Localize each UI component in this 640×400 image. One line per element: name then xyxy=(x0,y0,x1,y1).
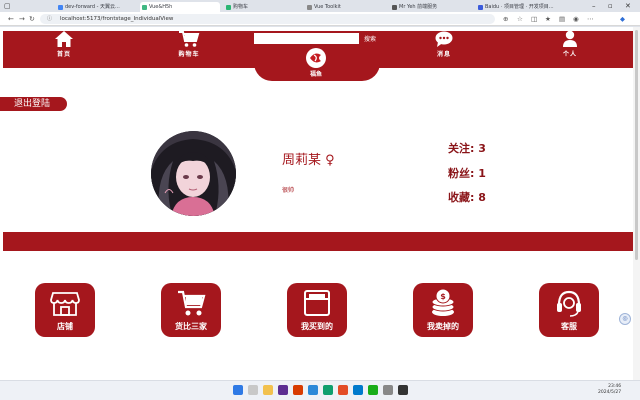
tab-favicon-icon xyxy=(58,4,63,10)
tab-label: Vue Toolkit xyxy=(314,4,341,10)
app-icon[interactable] xyxy=(383,385,393,395)
fish-logo-mark xyxy=(310,53,321,63)
tab-label: 购物车 xyxy=(233,4,249,10)
browser-tab[interactable]: dev-forward - 天翼云... xyxy=(56,2,126,12)
more-menu-icon[interactable]: ⋯ xyxy=(587,14,594,24)
browser-tab[interactable]: Baidu · 项目管理 · 开发项目... xyxy=(476,2,566,12)
tile-sold[interactable]: $ 我卖掉的 xyxy=(413,283,473,337)
cart-icon xyxy=(179,31,200,47)
forward-icon[interactable]: → xyxy=(19,14,25,24)
tab-favicon-icon xyxy=(478,4,483,10)
nav-cart-label: 购物车 xyxy=(178,51,200,58)
stat-fans[interactable]: 粉丝: 1 xyxy=(448,165,486,181)
svg-text:$: $ xyxy=(440,292,446,301)
browser-tab-strip: ▢ dev-forward - 天翼云... Vue&H5h 购物车 Vue T… xyxy=(0,0,640,12)
tab-label: Mr Yeh 前端服务 xyxy=(399,4,438,10)
close-window-icon[interactable]: ✕ xyxy=(625,1,631,11)
browser-tab[interactable]: Vue Toolkit xyxy=(305,2,385,12)
browser-tab[interactable]: 购物车 xyxy=(224,2,300,12)
tab-favicon-icon xyxy=(226,4,231,10)
avatar-illustration xyxy=(151,131,236,216)
maximize-icon[interactable]: ▫ xyxy=(608,1,613,11)
wechat-icon[interactable] xyxy=(368,385,378,395)
tile-sold-label: 我卖掉的 xyxy=(427,322,459,331)
tile-bought-label: 我买到的 xyxy=(301,322,333,331)
nav-profile[interactable]: 个人 xyxy=(545,29,595,58)
tile-compare-label: 货比三家 xyxy=(175,322,207,331)
edge-browser-icon[interactable] xyxy=(308,385,318,395)
tab-favicon-icon xyxy=(142,4,147,10)
tile-customer-service-label: 客服 xyxy=(561,322,577,331)
browser-tab-active[interactable]: Vue&H5h xyxy=(140,2,220,12)
box-icon xyxy=(304,290,330,316)
nav-home-label: 首页 xyxy=(56,51,71,58)
taskbar-search-icon[interactable] xyxy=(248,385,258,395)
scrollbar-thumb[interactable] xyxy=(635,30,638,260)
home-icon xyxy=(55,31,73,47)
collections-icon[interactable]: ▤ xyxy=(559,14,565,24)
user-description: 很帅 xyxy=(282,187,295,194)
vscode-icon[interactable] xyxy=(353,385,363,395)
reload-icon[interactable]: ↻ xyxy=(29,14,35,24)
tile-customer-service[interactable]: 客服 xyxy=(539,283,599,337)
start-icon[interactable] xyxy=(233,385,243,395)
coins-icon: $ xyxy=(431,288,455,316)
store-icon xyxy=(50,292,80,316)
logo-text: 福鱼 xyxy=(309,71,322,78)
clock-date: 2024/5/27 xyxy=(598,390,622,395)
avatar[interactable] xyxy=(151,131,236,216)
window-menu-icon[interactable]: ▢ xyxy=(4,1,11,11)
address-bar-row: ← → ↻ ⓘ localhost:5173/frontstage_Indivi… xyxy=(0,12,640,26)
stat-favorites[interactable]: 收藏: 8 xyxy=(448,189,486,205)
url-field[interactable]: ⓘ localhost:5173/frontstage_IndividualVi… xyxy=(40,14,495,24)
split-screen-icon[interactable]: ◫ xyxy=(531,14,537,24)
app-icon[interactable] xyxy=(293,385,303,395)
tab-label: Baidu · 项目管理 · 开发项目... xyxy=(485,4,554,10)
browser-tab[interactable]: Mr Yeh 前端服务 xyxy=(390,2,470,12)
profile-browser-icon[interactable]: ◉ xyxy=(573,14,579,24)
zoom-icon[interactable]: ⊕ xyxy=(503,14,508,24)
fish-logo-icon[interactable] xyxy=(306,48,326,68)
page-viewport: 首页 购物车 搜索 福鱼 消息 个人 退出登陆 周莉某 ♀ 很帅 关注: 3 粉… xyxy=(0,27,633,380)
cart-icon xyxy=(178,290,206,316)
nav-profile-label: 个人 xyxy=(562,51,577,58)
back-icon[interactable]: ← xyxy=(8,14,14,24)
floating-helper-icon[interactable]: ◎ xyxy=(619,313,631,325)
tile-store-label: 店铺 xyxy=(57,322,73,331)
stat-following[interactable]: 关注: 3 xyxy=(448,140,486,156)
nav-messages[interactable]: 消息 xyxy=(419,29,469,58)
app-icon[interactable] xyxy=(338,385,348,395)
headset-icon xyxy=(557,290,581,317)
section-divider-bar xyxy=(3,232,633,251)
app-icon[interactable] xyxy=(323,385,333,395)
tile-bought[interactable]: 我买到的 xyxy=(287,283,347,337)
favorite-star-icon[interactable]: ☆ xyxy=(517,14,523,24)
nav-cart[interactable]: 购物车 xyxy=(164,29,214,58)
minimize-icon[interactable]: – xyxy=(592,1,596,11)
tile-store[interactable]: 店铺 xyxy=(35,283,95,337)
system-clock[interactable]: 23:46 2024/5/27 xyxy=(598,384,621,396)
app-icon[interactable] xyxy=(278,385,288,395)
person-icon xyxy=(563,30,577,47)
favorites-bar-icon[interactable]: ★ xyxy=(545,14,551,24)
tab-label: Vue&H5h xyxy=(149,4,173,10)
tab-favicon-icon xyxy=(392,4,397,10)
os-taskbar: 23:46 2024/5/27 xyxy=(0,380,640,400)
nav-home[interactable]: 首页 xyxy=(39,29,89,58)
tile-compare[interactable]: 货比三家 xyxy=(161,283,221,337)
user-name: 周莉某 ♀ xyxy=(282,153,335,168)
search-input[interactable] xyxy=(254,33,359,44)
url-text: localhost:5173/frontstage_IndividualView xyxy=(60,16,174,22)
site-info-icon[interactable]: ⓘ xyxy=(47,14,52,24)
search-button[interactable]: 搜索 xyxy=(360,33,380,44)
copilot-icon[interactable]: ◆ xyxy=(620,14,625,24)
file-explorer-icon[interactable] xyxy=(263,385,273,395)
app-icon[interactable] xyxy=(398,385,408,395)
tab-favicon-icon xyxy=(307,4,312,10)
tab-label: dev-forward - 天翼云... xyxy=(65,4,120,10)
chat-bubble-icon xyxy=(435,31,453,47)
logout-button[interactable]: 退出登陆 xyxy=(0,97,67,111)
nav-messages-label: 消息 xyxy=(436,51,451,58)
